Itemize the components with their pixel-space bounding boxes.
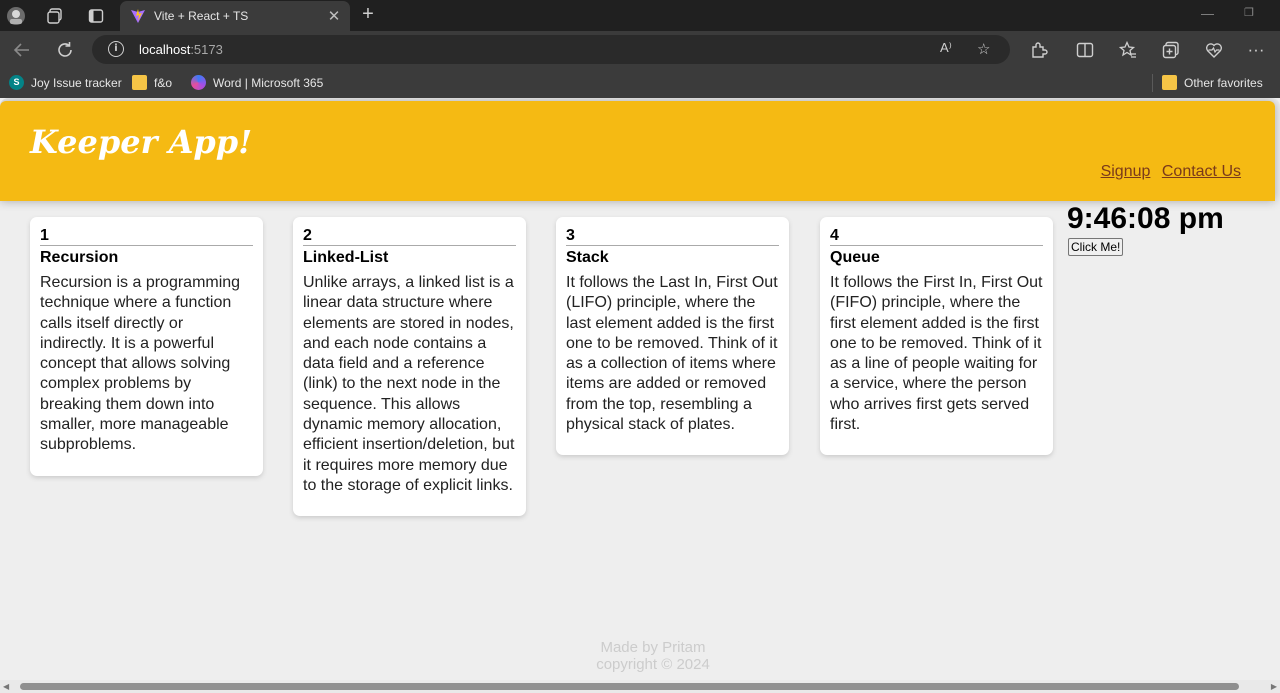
note-card: 3 Stack It follows the Last In, First Ou… xyxy=(556,217,789,456)
favorites-icon[interactable] xyxy=(1117,39,1139,61)
address-bar-row: i localhost:5173 A⁾ ☆ ··· xyxy=(0,31,1280,68)
favorite-word-365[interactable]: Word | Microsoft 365 xyxy=(191,75,323,90)
favorite-star-icon[interactable]: ☆ xyxy=(977,40,990,58)
header-nav: Signup Contact Us xyxy=(1094,163,1241,181)
restore-icon[interactable]: ❐ xyxy=(1244,6,1254,19)
note-divider xyxy=(40,245,253,246)
other-favorites-label: Other favorites xyxy=(1184,75,1263,90)
click-me-button[interactable]: Click Me! xyxy=(1068,238,1124,256)
tab-actions-icon[interactable] xyxy=(85,5,107,27)
note-card: 4 Queue It follows the First In, First O… xyxy=(820,217,1053,456)
folder-icon xyxy=(1162,75,1177,90)
note-title: Linked-List xyxy=(303,249,389,266)
scrollbar-thumb[interactable] xyxy=(20,683,1239,690)
contact-us-link[interactable]: Contact Us xyxy=(1162,163,1241,180)
vite-logo-icon xyxy=(130,8,146,24)
favorite-fo[interactable]: f&o xyxy=(132,75,172,90)
workspaces-icon[interactable] xyxy=(44,5,66,27)
url-host: localhost xyxy=(139,42,191,57)
browser-tab-bar: Vite + React + TS ✕ + — ❐ xyxy=(0,0,1280,31)
tab-title: Vite + React + TS xyxy=(154,9,249,23)
other-favorites[interactable]: Other favorites xyxy=(1162,75,1263,90)
note-title: Recursion xyxy=(40,249,119,266)
folder-icon xyxy=(132,75,147,90)
tab-active[interactable]: Vite + React + TS ✕ xyxy=(120,1,350,31)
url-text: localhost:5173 xyxy=(139,42,223,57)
favorite-label: Word | Microsoft 365 xyxy=(213,75,324,90)
note-title: Stack xyxy=(566,249,609,266)
copilot-icon xyxy=(191,75,206,90)
favorite-joy-issue-tracker[interactable]: S Joy Issue tracker xyxy=(9,75,122,90)
split-screen-icon[interactable] xyxy=(1074,39,1096,61)
app-header: Keeper App! Signup Contact Us xyxy=(0,101,1275,201)
site-info-icon[interactable]: i xyxy=(108,41,124,57)
page-viewport: Keeper App! Signup Contact Us 1 Recursio… xyxy=(0,98,1280,693)
minimize-icon[interactable]: — xyxy=(1201,6,1214,21)
note-id: 1 xyxy=(40,227,49,244)
more-options-icon[interactable]: ··· xyxy=(1245,39,1267,61)
footer-credit: Made by Pritam xyxy=(600,639,706,656)
horizontal-scrollbar[interactable]: ◀ ▶ xyxy=(0,680,1280,693)
note-divider xyxy=(830,245,1043,246)
app-title: Keeper App! xyxy=(30,123,253,161)
note-card: 2 Linked-List Unlike arrays, a linked li… xyxy=(293,217,526,517)
note-divider xyxy=(303,245,516,246)
favorite-label: f&o xyxy=(154,75,173,90)
back-icon[interactable] xyxy=(11,39,33,61)
footer-copyright: copyright © 2024 xyxy=(596,656,710,673)
scroll-right-icon[interactable]: ▶ xyxy=(1271,682,1277,691)
new-tab-icon[interactable]: + xyxy=(357,3,379,26)
sharepoint-icon: S xyxy=(9,75,24,90)
note-content: Recursion is a programming technique whe… xyxy=(40,274,241,454)
browser-essentials-icon[interactable] xyxy=(1203,39,1225,61)
note-id: 4 xyxy=(830,227,839,244)
favorite-label: Joy Issue tracker xyxy=(31,75,122,90)
refresh-icon[interactable] xyxy=(54,39,76,61)
note-id: 2 xyxy=(303,227,312,244)
note-content: It follows the First In, First Out (FIFO… xyxy=(830,274,1043,434)
url-bar[interactable]: i localhost:5173 A⁾ ☆ xyxy=(92,35,1010,64)
profile-avatar-icon[interactable] xyxy=(5,5,27,27)
favorites-divider xyxy=(1152,74,1153,92)
note-id: 3 xyxy=(566,227,575,244)
collections-icon[interactable] xyxy=(1160,39,1182,61)
tab-close-icon[interactable]: ✕ xyxy=(324,7,344,25)
read-aloud-icon[interactable]: A⁾ xyxy=(940,40,952,56)
scroll-left-icon[interactable]: ◀ xyxy=(3,682,9,691)
clock-time: 9:46:08 pm xyxy=(1067,202,1224,235)
url-port: :5173 xyxy=(190,42,223,57)
note-title: Queue xyxy=(830,249,880,266)
signup-link[interactable]: Signup xyxy=(1101,163,1151,180)
favorites-bar: S Joy Issue tracker f&o Word | Microsoft… xyxy=(0,68,1280,98)
note-content: Unlike arrays, a linked list is a linear… xyxy=(303,274,515,494)
note-card: 1 Recursion Recursion is a programming t… xyxy=(30,217,263,476)
page-footer: Made by Pritam copyright © 2024 xyxy=(0,639,1280,673)
note-divider xyxy=(566,245,779,246)
note-content: It follows the Last In, First Out (LIFO)… xyxy=(566,274,778,434)
extensions-icon[interactable] xyxy=(1028,39,1050,61)
